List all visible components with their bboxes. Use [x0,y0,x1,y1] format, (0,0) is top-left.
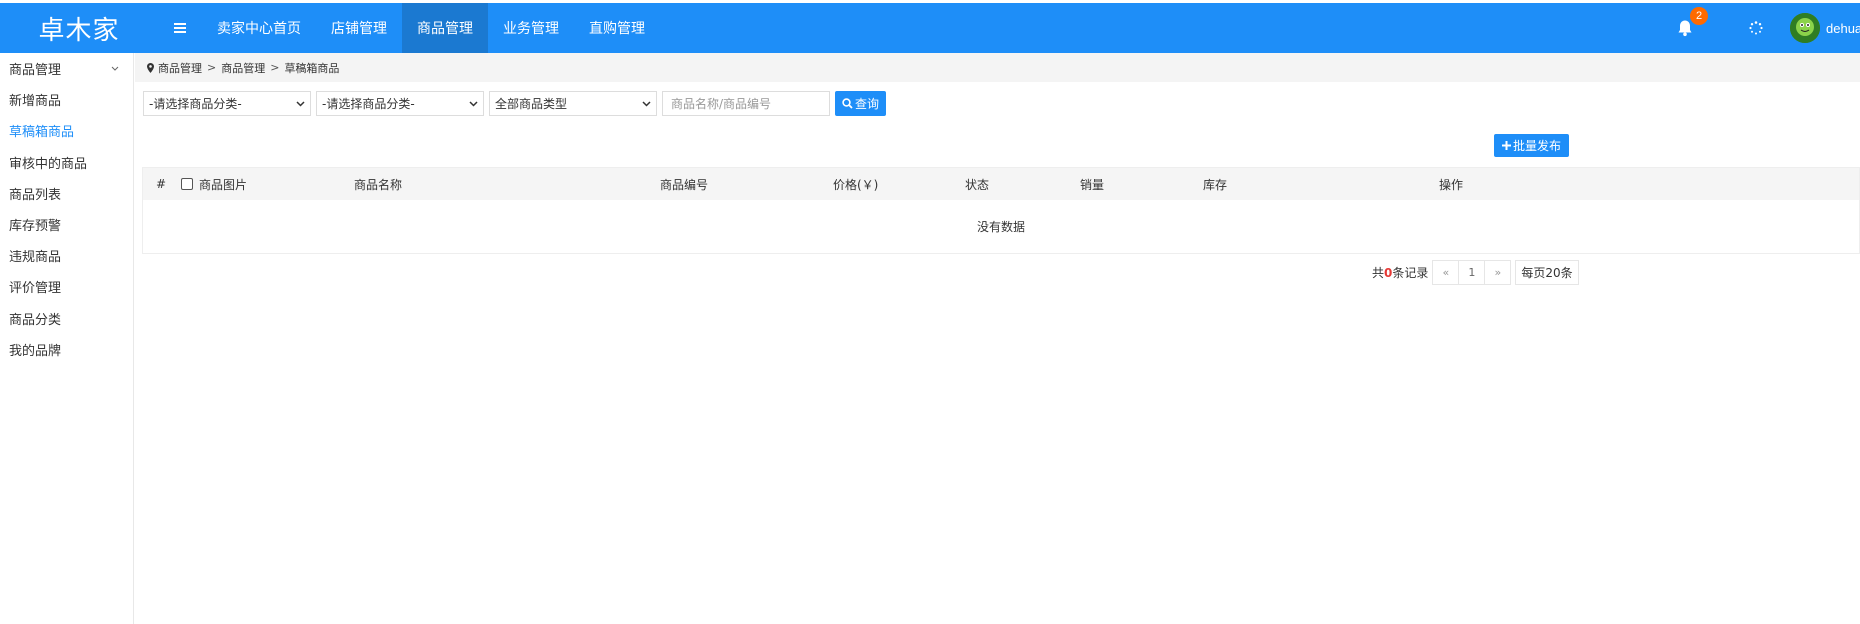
next-page-button[interactable]: » [1484,260,1512,285]
total-records: 共0条记录 [1372,264,1428,281]
sidebar-item-under-review[interactable]: 审核中的商品 [0,147,133,178]
column-header-image-label: 商品图片 [199,177,248,192]
nav-item-direct-purchase[interactable]: 直购管理 [574,3,660,53]
table-empty-row: 没有数据 [143,200,1859,253]
notification-badge: 2 [1690,7,1708,25]
search-icon [842,98,853,109]
pagination: 共0条记录 « 1 » 每页20条 [1372,260,1579,285]
query-button-label: 查询 [855,97,880,111]
search-input[interactable] [662,91,830,116]
category-select-2[interactable]: -请选择商品分类- [316,91,484,116]
spinner-icon [1749,21,1763,35]
breadcrumb-item-1[interactable]: 商品管理 [158,60,202,76]
page-button-1[interactable]: 1 [1458,260,1486,285]
table-header: # 商品图片 商品名称 商品编号 价格(￥) 状态 销量 库存 操作 [143,168,1859,200]
column-header-sales: 销量 [1080,177,1105,192]
username[interactable]: dehuang [1826,21,1860,36]
main-content: 商品管理 > 商品管理 > 草稿箱商品 -请选择商品分类- -请选择商品分类- … [135,53,1860,624]
sidebar-item-product-categories[interactable]: 商品分类 [0,303,133,334]
main-nav: 卖家中心首页 店铺管理 商品管理 业务管理 直购管理 [202,3,660,53]
chevron-down-icon [296,100,305,107]
prev-page-button[interactable]: « [1432,260,1460,285]
notification-button[interactable]: 2 [1672,7,1708,41]
category-select-1-value: -请选择商品分类- [149,97,242,111]
nav-item-seller-home[interactable]: 卖家中心首页 [202,3,316,53]
column-header-price: 价格(￥) [833,177,879,192]
nav-item-store-management[interactable]: 店铺管理 [316,3,402,53]
nav-item-product-management[interactable]: 商品管理 [402,3,488,53]
sidebar-item-product-list[interactable]: 商品列表 [0,178,133,209]
column-header-stock: 库存 [1203,177,1228,192]
column-header-index: # [156,177,167,191]
batch-publish-label: 批量发布 [1513,139,1562,153]
sidebar-item-add-product[interactable]: 新增商品 [0,84,133,115]
plus-icon [1502,141,1511,150]
breadcrumb-separator: > [207,61,217,74]
brand-logo[interactable]: 卓木家 [0,3,158,53]
product-type-select-value: 全部商品类型 [495,97,568,111]
avatar[interactable] [1790,13,1820,43]
total-prefix: 共 [1372,266,1385,280]
column-header-actions: 操作 [1439,177,1464,192]
column-header-status: 状态 [965,177,990,192]
product-type-select[interactable]: 全部商品类型 [489,91,657,116]
select-all-checkbox[interactable] [181,178,193,190]
empty-text: 没有数据 [976,220,1025,234]
column-header-image: 商品图片 [181,168,247,200]
total-suffix: 条记录 [1392,266,1429,280]
query-button[interactable]: 查询 [835,91,887,116]
sidebar-item-draft-products[interactable]: 草稿箱商品 [0,115,133,146]
sidebar: 商品管理 新增商品 草稿箱商品 审核中的商品 商品列表 库存预警 违规商品 评价… [0,53,134,624]
sidebar-item-review-management[interactable]: 评价管理 [0,271,133,302]
category-select-1[interactable]: -请选择商品分类- [143,91,311,116]
per-page-select[interactable]: 每页20条 [1515,260,1579,285]
top-navbar: 卓木家 卖家中心首页 店铺管理 商品管理 业务管理 直购管理 2 dehua [0,3,1860,53]
breadcrumb-item-current: 草稿箱商品 [284,61,340,75]
breadcrumb-item-2[interactable]: 商品管理 [221,60,265,76]
refresh-button[interactable] [1746,18,1766,38]
top-right-actions: 2 dehuan [1672,3,1860,53]
column-header-code: 商品编号 [660,177,709,192]
filter-bar: -请选择商品分类- -请选择商品分类- 全部商品类型 查询 [143,91,887,116]
user-avatar-icon [1790,13,1820,43]
sidebar-item-violation-products[interactable]: 违规商品 [0,240,133,271]
menu-toggle-button[interactable] [158,3,202,53]
chevron-down-icon [111,66,119,71]
chevron-down-icon [642,100,651,107]
sidebar-item-my-brands[interactable]: 我的品牌 [0,334,133,365]
chevron-down-icon [469,100,478,107]
batch-publish-button[interactable]: 批量发布 [1494,134,1570,157]
sidebar-group-product-management[interactable]: 商品管理 [0,53,133,84]
column-header-name: 商品名称 [354,177,403,192]
nav-item-business-management[interactable]: 业务管理 [488,3,574,53]
products-table: # 商品图片 商品名称 商品编号 价格(￥) 状态 销量 库存 操作 没有数据 [142,167,1860,254]
breadcrumb: 商品管理 > 商品管理 > 草稿箱商品 [135,53,1860,82]
sidebar-group-label: 商品管理 [9,63,62,79]
hamburger-icon [174,23,186,33]
location-pin-icon [147,62,154,73]
category-select-2-value: -请选择商品分类- [322,97,415,111]
breadcrumb-separator: > [270,61,280,74]
sidebar-item-stock-warning[interactable]: 库存预警 [0,209,133,240]
